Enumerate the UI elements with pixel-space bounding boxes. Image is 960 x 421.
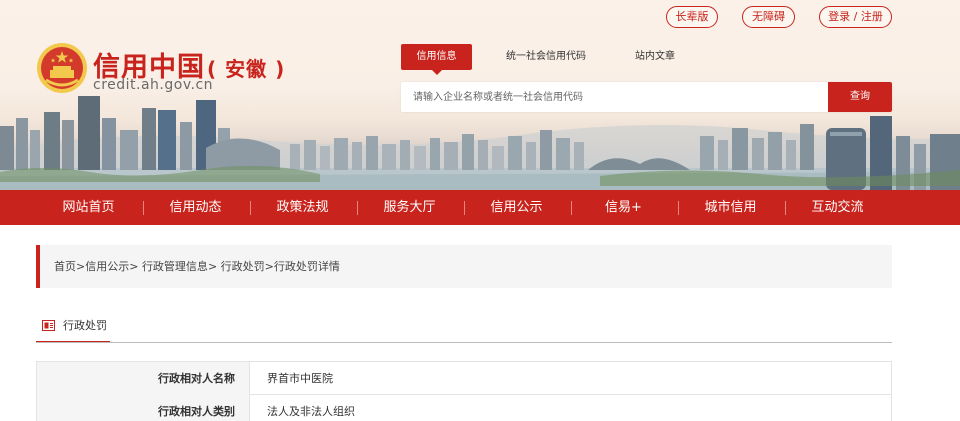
search-input[interactable]: [401, 82, 828, 112]
table-row: 行政相对人名称 界首市中医院: [36, 361, 892, 395]
breadcrumb-home[interactable]: 首页: [54, 260, 76, 273]
row-label: 行政相对人名称: [37, 362, 250, 395]
logo-region: ( 安徽 ): [207, 57, 286, 81]
penalty-detail-table: 行政相对人名称 界首市中医院 行政相对人类别 法人及非法人组织: [36, 361, 892, 421]
breadcrumb-separator: >: [129, 260, 139, 273]
elder-mode-button[interactable]: 长辈版: [666, 6, 718, 28]
accessibility-button[interactable]: 无障碍: [742, 6, 795, 28]
tab-credit-code[interactable]: 统一社会信用代码: [499, 44, 593, 70]
search-box: 查询: [401, 82, 892, 112]
breadcrumb-separator: >: [76, 260, 86, 273]
login-register-button[interactable]: 登录 / 注册: [819, 6, 892, 28]
nav-home[interactable]: 网站首页: [35, 190, 142, 225]
site-header: 长辈版 无障碍 登录 / 注册 信用中国( 安徽 ) credit.ah.gov…: [0, 0, 960, 190]
breadcrumb-current: 行政处罚详情: [273, 260, 340, 273]
table-row: 行政相对人类别 法人及非法人组织: [36, 395, 892, 421]
nav-credit-news[interactable]: 信用动态: [142, 190, 249, 225]
row-value: 法人及非法人组织: [267, 405, 355, 418]
tab-credit-info[interactable]: 信用信息: [401, 44, 472, 75]
section-tab-admin-penalty[interactable]: 行政处罚: [36, 312, 110, 343]
nav-city-credit[interactable]: 城市信用: [677, 190, 784, 225]
breadcrumb-separator: >: [207, 260, 218, 273]
breadcrumb-admin-penalty[interactable]: 行政处罚: [221, 260, 265, 273]
nav-xinyi-plus[interactable]: 信易+: [570, 190, 677, 225]
logo-domain: credit.ah.gov.cn: [93, 77, 214, 93]
main-nav: 网站首页 信用动态 政策法规 服务大厅 信用公示 信易+ 城市信用 互动交流: [0, 190, 960, 225]
row-label: 行政相对人类别: [37, 395, 250, 421]
site-logo[interactable]: 信用中国( 安徽 ) credit.ah.gov.cn: [36, 42, 296, 98]
breadcrumb-admin-info[interactable]: 行政管理信息: [142, 260, 208, 273]
section-divider: [36, 342, 892, 343]
tab-site-articles[interactable]: 站内文章: [627, 44, 683, 70]
nav-credit-publicity[interactable]: 信用公示: [463, 190, 570, 225]
breadcrumb-credit-publicity[interactable]: 信用公示: [85, 260, 129, 273]
row-value: 界首市中医院: [267, 372, 333, 385]
breadcrumb: 首页>信用公示> 行政管理信息> 行政处罚>行政处罚详情: [36, 245, 892, 288]
nav-service-hall[interactable]: 服务大厅: [356, 190, 463, 225]
nav-interaction[interactable]: 互动交流: [784, 190, 891, 225]
search-button[interactable]: 查询: [828, 82, 892, 112]
top-links: 长辈版 无障碍 登录 / 注册: [0, 6, 960, 28]
document-icon: [42, 320, 55, 331]
national-emblem-icon: [37, 43, 87, 93]
nav-policy[interactable]: 政策法规: [249, 190, 356, 225]
section-title: 行政处罚: [63, 319, 107, 332]
breadcrumb-separator: >: [264, 260, 274, 273]
